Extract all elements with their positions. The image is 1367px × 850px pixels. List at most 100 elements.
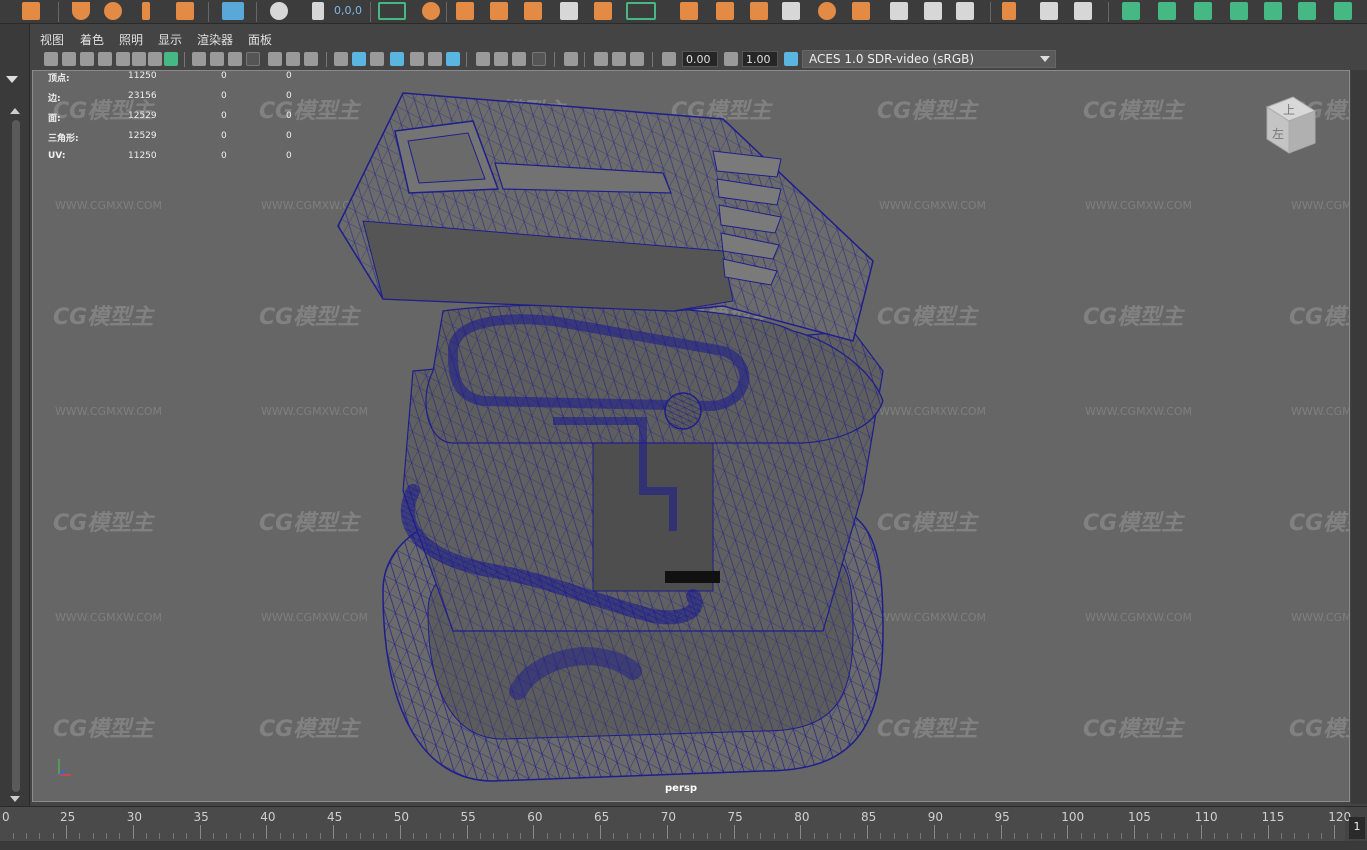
shelf-icon-tool-26[interactable]: [1074, 2, 1092, 20]
shadows-icon[interactable]: [446, 52, 460, 66]
screen-space-ao-icon[interactable]: [476, 52, 490, 66]
textured-icon[interactable]: [410, 52, 424, 66]
gamma-icon[interactable]: [724, 52, 738, 66]
shelf-bar: 0,0,0: [0, 0, 1367, 24]
shelf-icon-tool-20[interactable]: [852, 2, 870, 20]
gate-mask-icon[interactable]: [246, 52, 260, 66]
depth-of-field-icon[interactable]: [532, 52, 546, 66]
shelf-icon-tool-19[interactable]: [818, 2, 836, 20]
perspective-viewport[interactable]: CG模型主 WWW.CGMXW.COM CG模型主 WWW.CGMXW.COM CG模型…: [32, 70, 1350, 802]
shelf-icon-tool-6[interactable]: [270, 2, 288, 20]
shelf-icon-tool-21[interactable]: [890, 2, 908, 20]
shelf-icon-tool-24[interactable]: [1002, 2, 1016, 20]
film-gate-icon[interactable]: [210, 52, 224, 66]
viewcube-left-label[interactable]: 左: [1272, 126, 1284, 141]
bookmark-icon[interactable]: [80, 52, 94, 66]
shelf-icon-tool-1[interactable]: [22, 2, 40, 20]
lights-icon[interactable]: [428, 52, 442, 66]
smooth-shade-icon[interactable]: [352, 52, 366, 66]
frame-tick-minor: [92, 833, 94, 839]
safe-title-icon[interactable]: [304, 52, 318, 66]
scroll-up-icon[interactable]: [10, 108, 20, 114]
shelf-icon-tool-22[interactable]: [924, 2, 942, 20]
menu-panels[interactable]: 面板: [248, 31, 272, 48]
time-slider[interactable]: 0 25 30 35 40 45 50 55 60 65 70 75 80 85 90 95 100 105 110…: [0, 806, 1367, 850]
menu-view[interactable]: 视图: [40, 31, 64, 48]
shelf-icon-tool-5[interactable]: [176, 2, 194, 20]
shelf-icon-select-frame[interactable]: [378, 2, 406, 20]
menu-show[interactable]: 显示: [158, 31, 182, 48]
xray-joints-icon[interactable]: [612, 52, 626, 66]
current-frame-field[interactable]: 1: [1349, 817, 1365, 839]
resolution-gate-icon[interactable]: [228, 52, 242, 66]
default-material-icon[interactable]: [370, 52, 384, 66]
grid-icon[interactable]: [192, 52, 206, 66]
viewcube-top-label[interactable]: 上: [1283, 103, 1295, 117]
backface-culling-icon[interactable]: [630, 52, 644, 66]
shelf-icon-tool-30[interactable]: [1230, 2, 1248, 20]
shelf-icon-tool-2[interactable]: [72, 2, 90, 20]
range-slider-bar[interactable]: [0, 841, 1367, 850]
image-plane-icon[interactable]: [98, 52, 112, 66]
shelf-icon-tool-33[interactable]: [1334, 2, 1352, 20]
motion-blur-icon[interactable]: [494, 52, 508, 66]
scroll-down-icon[interactable]: [10, 796, 20, 802]
viewcube[interactable]: 上 左: [1259, 93, 1319, 159]
toolbar-separator: [326, 52, 327, 67]
shelf-icon-tool-32[interactable]: [1298, 2, 1316, 20]
menu-shading[interactable]: 着色: [80, 31, 104, 48]
exposure-field[interactable]: [682, 51, 718, 67]
shelf-icon-tool-27[interactable]: [1122, 2, 1140, 20]
safe-action-icon[interactable]: [286, 52, 300, 66]
menu-lighting[interactable]: 照明: [119, 31, 143, 48]
shelf-icon-tool-16[interactable]: [716, 2, 734, 20]
left-scrollbar[interactable]: [12, 120, 20, 792]
frame-tick-minor: [506, 833, 508, 839]
hud-value: 0: [286, 71, 292, 81]
pan-zoom-icon[interactable]: [148, 52, 162, 66]
camera-attributes-icon[interactable]: [62, 52, 76, 66]
shelf-icon-tool-29[interactable]: [1194, 2, 1212, 20]
time-ruler[interactable]: 0 25 30 35 40 45 50 55 60 65 70 75 80 85 90 95 100 105 110…: [0, 807, 1351, 841]
shelf-icon-tool-13[interactable]: [594, 2, 612, 20]
shelf-icon-tool-9[interactable]: [456, 2, 474, 20]
shelf-icon-tool-14[interactable]: [626, 2, 656, 20]
shelf-icon-tool-23[interactable]: [956, 2, 974, 20]
shelf-icon-tool-12[interactable]: [560, 2, 578, 20]
wireframe-icon[interactable]: [334, 52, 348, 66]
shelf-icon-tool-10[interactable]: [490, 2, 508, 20]
shelf-icon-tool-4[interactable]: [142, 2, 150, 20]
field-chart-icon[interactable]: [268, 52, 282, 66]
shelf-icon-tool-28[interactable]: [1158, 2, 1176, 20]
color-management-icon[interactable]: [784, 52, 798, 66]
hud-value: 0: [286, 151, 292, 161]
menu-renderer[interactable]: 渲染器: [197, 31, 233, 48]
shelf-icon-tool-31[interactable]: [1264, 2, 1282, 20]
wireframe-on-shaded-icon[interactable]: [390, 52, 404, 66]
shelf-icon-tool-15[interactable]: [680, 2, 698, 20]
frame-tick-minor: [1040, 833, 1042, 839]
camera-select-icon[interactable]: [44, 52, 58, 66]
isolate-select-icon[interactable]: [564, 52, 578, 66]
lock-camera-icon[interactable]: [132, 52, 146, 66]
frame-tick-minor: [346, 833, 348, 839]
exposure-icon[interactable]: [662, 52, 676, 66]
gamma-field[interactable]: [742, 51, 778, 67]
shelf-icon-tool-7[interactable]: [312, 2, 324, 20]
shelf-icon-tool-3[interactable]: [104, 2, 122, 20]
chevron-down-icon[interactable]: [6, 76, 18, 83]
shelf-icon-tool-11[interactable]: [524, 2, 542, 20]
camera-icon[interactable]: [116, 52, 130, 66]
shelf-icon-tool-8[interactable]: [422, 2, 440, 20]
shelf-icon-tool-25[interactable]: [1040, 2, 1058, 20]
anti-aliasing-icon[interactable]: [512, 52, 526, 66]
shelf-icon-tool-17[interactable]: [750, 2, 768, 20]
shelf-icon-tool-18[interactable]: [782, 2, 800, 20]
shelf-icon-grid[interactable]: [222, 2, 244, 20]
xray-icon[interactable]: [594, 52, 608, 66]
frame-tick-minor: [119, 833, 121, 839]
model-wireframe[interactable]: [33, 71, 1350, 802]
grease-pencil-icon[interactable]: [164, 52, 178, 66]
frame-tick-major: [1000, 825, 1002, 839]
color-space-dropdown[interactable]: ACES 1.0 SDR-video (sRGB): [802, 50, 1056, 68]
